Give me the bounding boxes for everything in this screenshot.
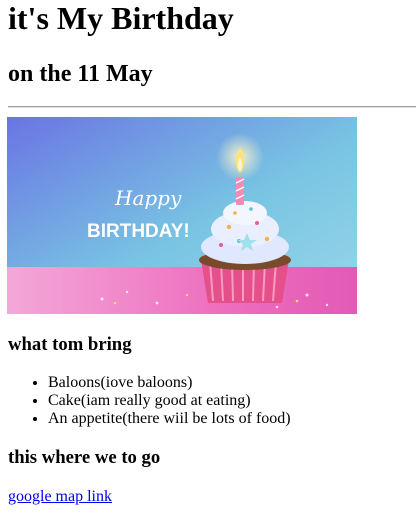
location-heading: this where we to go (8, 447, 161, 468)
image-text-happy: Happy (114, 186, 182, 210)
image-text-birthday: BIRTHDAY! (87, 221, 190, 242)
list-item: Baloons(iove baloons) (48, 374, 291, 392)
bring-heading: what tom bring (8, 334, 132, 355)
bring-list: Baloons(iove baloons) Cake(iam really go… (8, 374, 291, 428)
page-subtitle: on the 11 May (8, 61, 153, 87)
list-item: Cake(iam really good at eating) (48, 392, 291, 410)
divider (8, 106, 416, 108)
birthday-cupcake-image: Happy BIRTHDAY! (7, 117, 357, 314)
google-map-link[interactable]: google map link (8, 488, 112, 506)
list-item: An appetite(there wiil be lots of food) (48, 410, 291, 428)
page-title: it's My Birthday (8, 0, 234, 36)
